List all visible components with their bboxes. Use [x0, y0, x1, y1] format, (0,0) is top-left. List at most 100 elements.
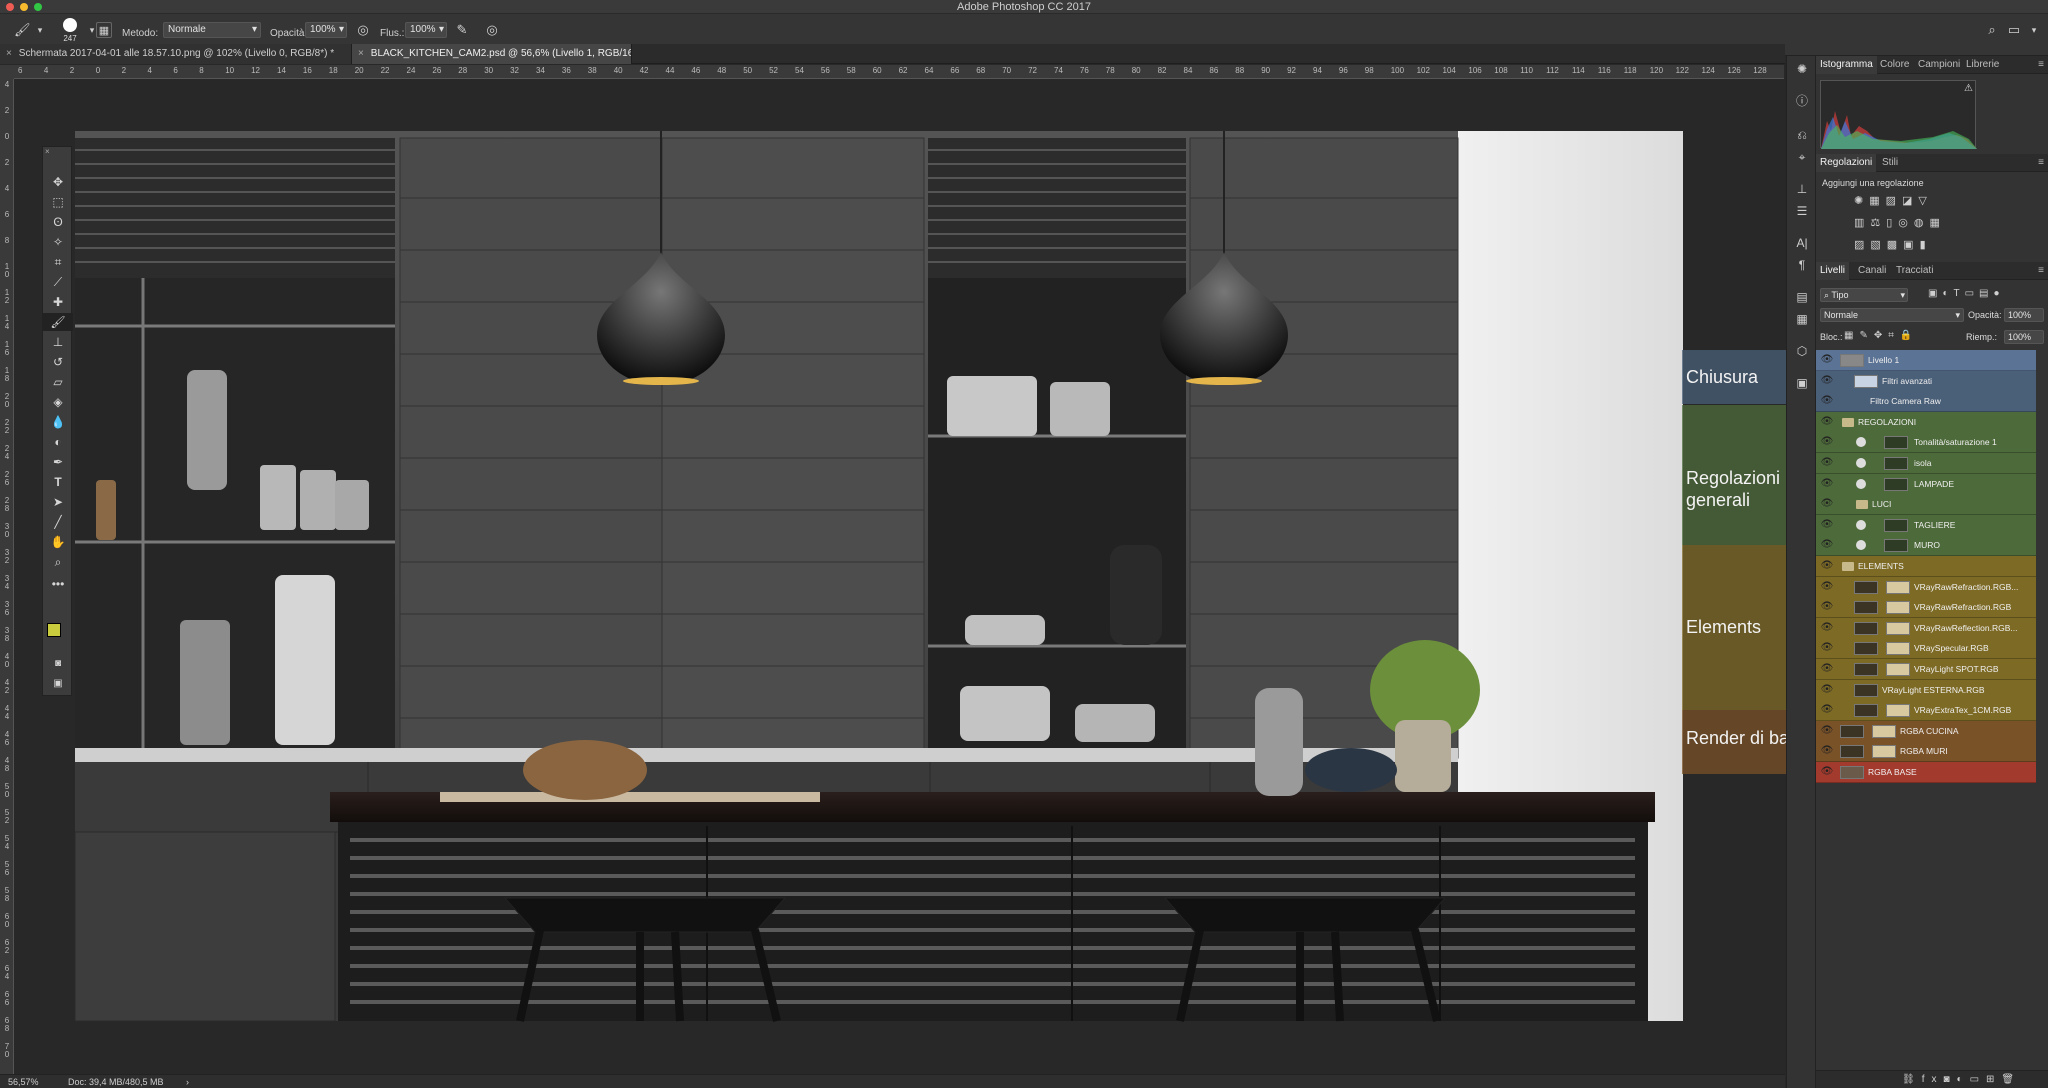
new-layer-icon[interactable]: ⊞ [1986, 1074, 2001, 1085]
layer-row[interactable]: 👁 Livello 1 [1816, 350, 2036, 371]
airbrush-icon[interactable]: ✎ [454, 22, 470, 38]
layer-row[interactable]: 👁 RGBA MURI [1816, 741, 2036, 763]
tab-canali[interactable]: Canali [1854, 262, 1890, 280]
trash-icon[interactable]: 🗑 [2001, 1074, 2021, 1085]
layer-filter-icons[interactable]: ▣◐T▭▤● [1928, 288, 2038, 299]
paint-bucket-tool-icon[interactable]: ◈ [43, 393, 73, 411]
layer-thumbnail[interactable] [1854, 663, 1878, 676]
visibility-eye-icon[interactable]: 👁 [1820, 539, 1834, 551]
layer-row[interactable]: 👁 VRayRawRefraction.RGB... [1816, 576, 2036, 598]
tab-livelli[interactable]: Livelli [1816, 262, 1850, 280]
visibility-eye-icon[interactable]: 👁 [1820, 478, 1834, 490]
chevron-right-icon[interactable]: › [186, 1075, 189, 1088]
layer-thumbnail[interactable] [1840, 766, 1864, 779]
crop-tool-icon[interactable]: ⌗ [43, 253, 73, 271]
layer-mask-thumbnail[interactable] [1886, 601, 1910, 615]
close-icon[interactable]: × [43, 147, 71, 157]
new-group-icon[interactable]: ▭ [1970, 1074, 1986, 1085]
hand-tool-icon[interactable]: ✋ [43, 533, 73, 551]
tab-istogramma[interactable]: Istogramma [1816, 56, 1877, 74]
workspace-icon[interactable]: ▭ [2006, 22, 2022, 38]
layer-filter-select[interactable]: ⌕ Tipo ▾ [1820, 288, 1908, 302]
visibility-eye-icon[interactable]: 👁 [1820, 354, 1834, 366]
panel-menu-icon[interactable]: ≡ [2038, 154, 2044, 172]
tab-librerie[interactable]: Librerie [1962, 56, 2003, 74]
search-icon[interactable]: ⌕ [1984, 22, 2000, 38]
brush-tool-icon[interactable]: 🖌 [14, 22, 31, 38]
properties-icon[interactable]: ☰ [1792, 202, 1812, 220]
visibility-eye-icon[interactable]: 👁 [1820, 498, 1834, 510]
layer-row[interactable]: 👁 VRayExtraTex_1CM.RGB [1816, 700, 2036, 722]
horizontal-ruler[interactable]: 6 4 2 0 2 4 6 8 10 12 14 16 18 20 22 24 26 28 30 32 34 36 38 40… [14, 65, 1784, 79]
eraser-tool-icon[interactable]: ▱ [43, 373, 73, 391]
brush-tool-icon[interactable]: 🖌 [43, 313, 73, 331]
link-layers-icon[interactable]: ⛓ [1902, 1074, 1922, 1085]
fill-input[interactable]: 100% [2004, 330, 2044, 344]
layer-mask-thumbnail[interactable] [1886, 663, 1910, 676]
flow-input[interactable]: 100% ▾ [405, 22, 447, 38]
gear-icon[interactable]: ✺ [1792, 60, 1812, 78]
clone-source-icon[interactable]: ⊥ [1792, 180, 1812, 198]
visibility-eye-icon[interactable]: 👁 [1820, 560, 1834, 572]
3d-icon[interactable]: ⬡ [1792, 342, 1812, 360]
layer-row[interactable]: 👁 LUCI [1816, 494, 2036, 516]
quick-mask-icon[interactable]: ◙ [43, 655, 73, 673]
visibility-eye-icon[interactable]: 👁 [1820, 725, 1834, 737]
visibility-eye-icon[interactable]: 👁 [1820, 684, 1834, 696]
notes-icon[interactable]: ▤ [1792, 288, 1812, 306]
visibility-eye-icon[interactable]: 👁 [1820, 581, 1834, 593]
layer-thumbnail[interactable] [1840, 354, 1864, 367]
chevron-down-icon[interactable]: ▾ [2026, 22, 2042, 38]
visibility-eye-icon[interactable]: 👁 [1820, 642, 1834, 654]
close-icon[interactable]: × [358, 44, 368, 64]
more-tools-icon[interactable]: ••• [43, 575, 73, 593]
line-tool-icon[interactable]: ╱ [43, 513, 73, 531]
lasso-tool-icon[interactable]: ʘ [43, 213, 73, 231]
layer-mask-thumbnail[interactable] [1886, 704, 1910, 718]
panel-menu-icon[interactable]: ≡ [2038, 56, 2044, 74]
layer-row[interactable]: 👁 VRayRawRefraction.RGB [1816, 597, 2036, 619]
visibility-eye-icon[interactable]: 👁 [1820, 704, 1834, 716]
visibility-eye-icon[interactable]: 👁 [1820, 663, 1834, 675]
vertical-ruler[interactable]: 4 2 0 2 4 6 8 1 0 1 2 1 4 1 6 1 8 2 0 2 2 2 4 2 6 2 8 3 0… [0, 79, 14, 1074]
layer-row[interactable]: 👁 Filtri avanzati [1816, 370, 2036, 392]
layer-row[interactable]: 👁 RGBA CUCINA [1816, 720, 2036, 742]
tab-campioni[interactable]: Campioni [1914, 56, 1964, 74]
layer-row[interactable]: 👁 Filtro Camera Raw [1816, 391, 2036, 413]
visibility-eye-icon[interactable]: 👁 [1820, 601, 1834, 613]
layer-comps-icon[interactable]: ▣ [1792, 374, 1812, 392]
brush-panel-icon[interactable]: ▦ [96, 22, 112, 38]
new-adjustment-icon[interactable]: ◐ [1957, 1074, 1970, 1085]
pen-tool-icon[interactable]: ✒ [43, 453, 73, 471]
layer-mask-thumbnail[interactable] [1884, 518, 1908, 532]
tab-colore[interactable]: Colore [1876, 56, 1913, 74]
layer-row[interactable]: 👁 VRaySpecular.RGB [1816, 638, 2036, 660]
healing-brush-tool-icon[interactable]: ✚ [43, 293, 73, 311]
tab-tracciati[interactable]: Tracciati [1892, 262, 1937, 280]
layer-row[interactable]: 👁 VRayRawReflection.RGB... [1816, 617, 2036, 639]
brush-presets-icon[interactable]: ⌖ [1792, 148, 1812, 166]
layer-row[interactable]: 👁 VRayLight ESTERNA.RGB [1816, 679, 2036, 701]
zoom-tool-icon[interactable]: ⌕ [43, 553, 73, 571]
layer-thumbnail[interactable] [1854, 621, 1878, 635]
layer-row[interactable]: 👁 ELEMENTS [1816, 556, 2036, 577]
layer-thumbnail[interactable] [1854, 683, 1878, 697]
path-select-tool-icon[interactable]: ➤ [43, 493, 73, 511]
layer-mask-thumbnail[interactable] [1884, 477, 1908, 491]
document-canvas[interactable] [15, 80, 1785, 1074]
eyedropper-tool-icon[interactable]: ⟋ [43, 273, 73, 291]
paragraph-icon[interactable]: ¶ [1792, 256, 1812, 274]
layer-row[interactable]: 👁 TAGLIERE [1816, 514, 2036, 536]
panel-menu-icon[interactable]: ≡ [2038, 262, 2044, 280]
smart-filter-mask-thumbnail[interactable] [1854, 374, 1878, 388]
layer-row[interactable]: 👁 REGOLAZIONI [1816, 411, 2036, 433]
mode-select[interactable]: Normale ▾ [163, 22, 261, 38]
tab-black-kitchen[interactable]: × BLACK_KITCHEN_CAM2.psd @ 56,6% (Livell… [352, 44, 632, 64]
marquee-tool-icon[interactable]: ⬚ [43, 193, 73, 211]
visibility-eye-icon[interactable]: 👁 [1820, 457, 1834, 469]
screen-mode-icon[interactable]: ▣ [43, 675, 73, 693]
foreground-color-swatch[interactable] [47, 623, 61, 637]
visibility-eye-icon[interactable]: 👁 [1820, 375, 1834, 387]
layer-thumbnail[interactable] [1854, 580, 1878, 594]
actions-icon[interactable]: ▦ [1792, 310, 1812, 328]
